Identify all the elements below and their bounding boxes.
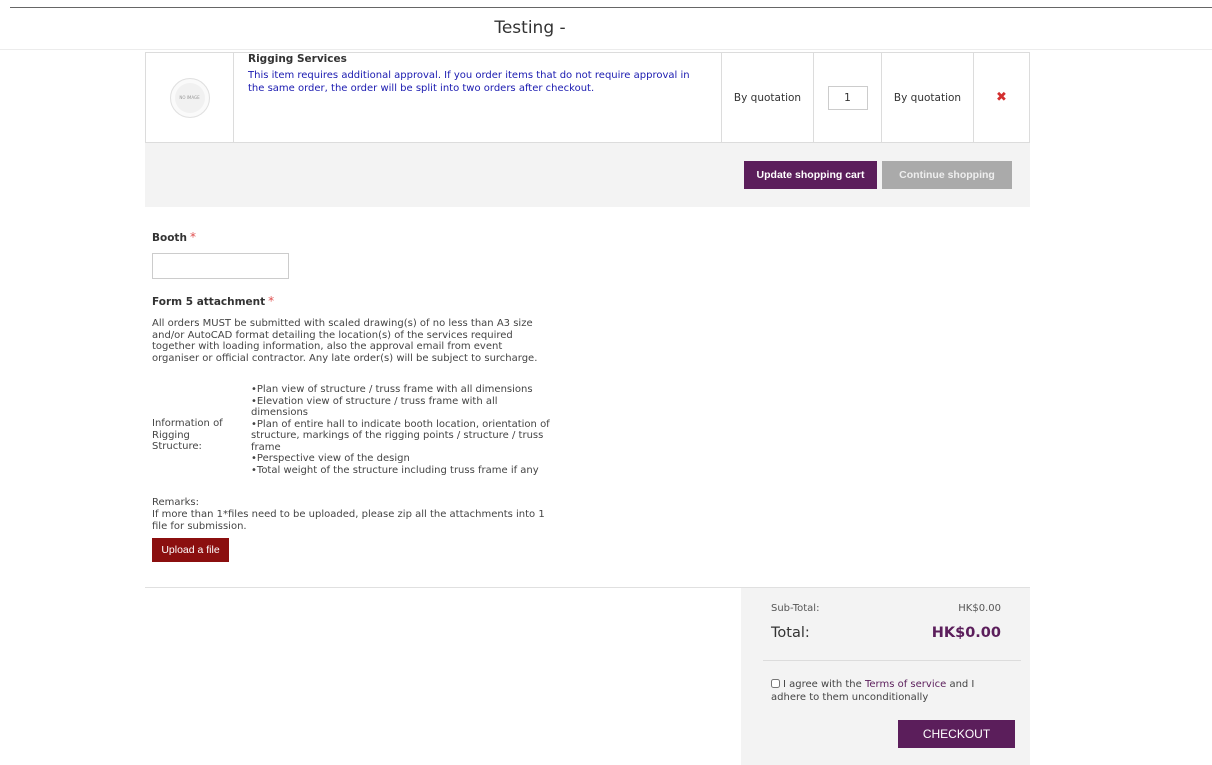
top-border bbox=[10, 7, 1212, 8]
line-total: By quotation bbox=[882, 53, 974, 142]
quantity-input[interactable] bbox=[827, 85, 868, 110]
terms-checkbox[interactable] bbox=[771, 679, 780, 688]
booth-label: Booth * bbox=[152, 230, 196, 244]
terms-of-service-link[interactable]: Terms of service bbox=[865, 679, 946, 690]
approval-note: This item requires additional approval. … bbox=[248, 70, 690, 94]
attachment-label-text: Form 5 attachment bbox=[152, 296, 266, 308]
unit-price: By quotation bbox=[722, 53, 814, 142]
product-info-cell: Rigging Services This item requires addi… bbox=[234, 53, 722, 142]
totals-divider bbox=[763, 660, 1021, 661]
info-list: Plan view of structure / truss frame wit… bbox=[251, 384, 551, 476]
product-name[interactable]: Rigging Services bbox=[248, 53, 347, 65]
info-item: Elevation view of structure / truss fram… bbox=[251, 396, 551, 419]
page-title: Testing - bbox=[494, 18, 566, 38]
title-divider bbox=[0, 49, 1212, 50]
attachment-description: All orders MUST be submitted with scaled… bbox=[152, 318, 538, 364]
cart-item-row: NO IMAGE Rigging Services This item requ… bbox=[145, 52, 1030, 143]
remove-icon[interactable]: ✖ bbox=[996, 90, 1007, 105]
info-label: Information of Rigging Structure: bbox=[152, 418, 223, 452]
total-label: Total: bbox=[771, 625, 810, 641]
required-marker: * bbox=[268, 294, 275, 308]
cart-actions-bar: Update shopping cart Continue shopping bbox=[145, 143, 1030, 207]
remarks-text: If more than 1*files need to be uploaded… bbox=[152, 509, 545, 532]
terms-agreement: I agree with the Terms of service and I … bbox=[771, 678, 1011, 704]
product-thumbnail[interactable]: NO IMAGE bbox=[169, 77, 210, 118]
update-cart-button[interactable]: Update shopping cart bbox=[744, 161, 877, 189]
remove-cell: ✖ bbox=[974, 53, 1029, 142]
subtotal-value: HK$0.00 bbox=[958, 603, 1001, 614]
info-item: Perspective view of the design bbox=[251, 453, 551, 465]
checkout-button[interactable]: CHECKOUT bbox=[898, 720, 1015, 748]
product-image-cell: NO IMAGE bbox=[146, 53, 234, 142]
quantity-cell bbox=[814, 53, 882, 142]
remarks-title: Remarks: bbox=[152, 497, 200, 508]
booth-label-text: Booth bbox=[152, 232, 187, 244]
required-marker: * bbox=[189, 230, 196, 244]
info-item: Total weight of the structure including … bbox=[251, 465, 551, 477]
continue-shopping-button[interactable]: Continue shopping bbox=[882, 161, 1012, 189]
upload-file-button[interactable]: Upload a file bbox=[152, 538, 229, 562]
info-item: Plan of entire hall to indicate booth lo… bbox=[251, 419, 551, 454]
subtotal-label: Sub-Total: bbox=[771, 603, 820, 614]
order-totals-panel: Sub-Total: HK$0.00 Total: HK$0.00 I agre… bbox=[741, 588, 1030, 765]
total-value: HK$0.00 bbox=[931, 625, 1001, 641]
booth-input[interactable] bbox=[152, 253, 289, 279]
agree-prefix: I agree with the bbox=[783, 679, 862, 690]
attachment-label: Form 5 attachment * bbox=[152, 294, 274, 308]
info-item: Plan view of structure / truss frame wit… bbox=[251, 384, 551, 396]
